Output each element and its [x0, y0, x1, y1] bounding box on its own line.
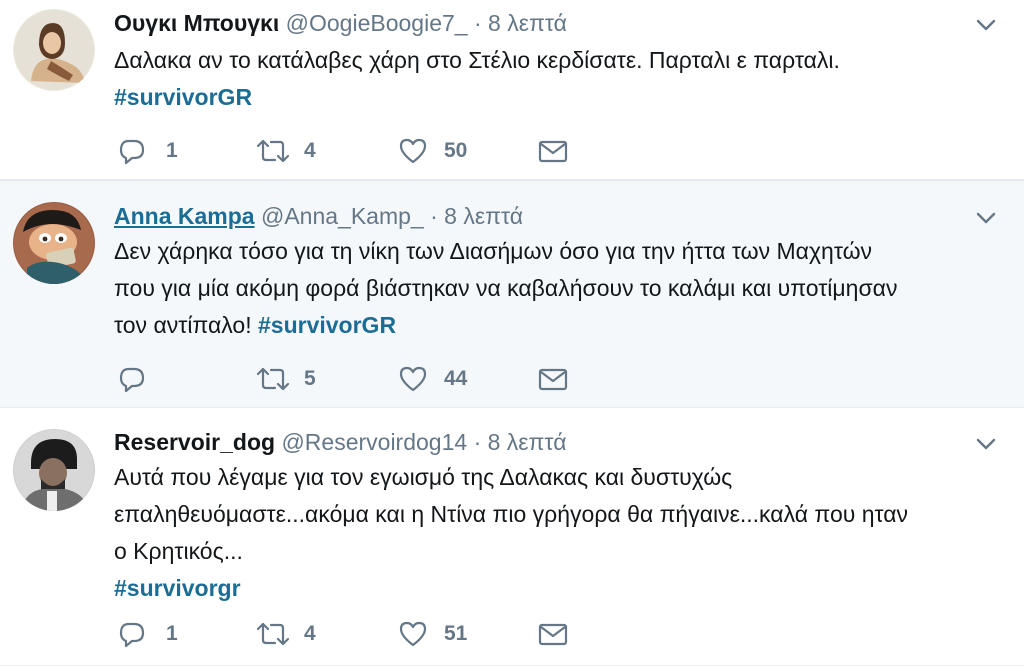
tweet[interactable]: Anna Kampa @Anna_Kamp_ · 8 λεπτά Δεν χάρ… [0, 180, 1024, 408]
direct-message-button[interactable] [538, 136, 568, 166]
tweet-text-line: που για μία ακόμη φορά βιάστηκαν να καβα… [114, 275, 898, 301]
tweet-text: Αυτά που λέγαμε για τον εγωισμό της Δαλα… [114, 459, 1004, 607]
tweet-text: Δαλακα αν το κατάλαβες χάρη στο Στέλιο κ… [114, 42, 1004, 116]
author-name[interactable]: Reservoir_dog [114, 429, 275, 455]
tweet-text-line: ο Κρητικός... [114, 538, 243, 564]
tweet-text-line: Δαλακα αν το κατάλαβες χάρη στο Στέλιο κ… [114, 47, 840, 73]
hashtag-link[interactable]: #survivorGR [114, 84, 252, 110]
reply-count: 1 [166, 622, 178, 645]
like-icon [398, 365, 428, 393]
tweet-header: Reservoir_dog @Reservoirdog14 · 8 λεπτά [114, 428, 964, 456]
like-count: 44 [444, 367, 468, 390]
like-button[interactable]: 51 [398, 619, 467, 649]
reply-icon [118, 620, 146, 648]
retweet-button[interactable]: 4 [256, 619, 316, 649]
reply-count: 1 [166, 139, 178, 162]
reply-icon [118, 365, 146, 393]
author-name[interactable]: Ουγκι Μπουγκι [114, 10, 279, 36]
retweet-icon [256, 620, 290, 648]
reply-button[interactable]: 1 [118, 136, 178, 166]
retweet-count: 4 [304, 622, 316, 645]
timestamp[interactable]: 8 λεπτά [488, 10, 567, 36]
retweet-icon [256, 365, 290, 393]
tweet-text-line: Αυτά που λέγαμε για τον εγωισμό της Δαλα… [114, 464, 733, 490]
retweet-icon [256, 137, 290, 165]
author-handle[interactable]: @OogieBoogie7_ [286, 10, 468, 36]
avatar[interactable] [13, 202, 95, 284]
separator: · [473, 429, 482, 455]
retweet-button[interactable]: 4 [256, 136, 316, 166]
retweet-count: 4 [304, 139, 316, 162]
direct-message-button[interactable] [538, 364, 568, 394]
separator: · [473, 10, 482, 36]
direct-message-icon [538, 622, 568, 646]
tweet-header: Ουγκι Μπουγκι @OogieBoogie7_ · 8 λεπτά [114, 9, 964, 37]
retweet-count: 5 [304, 367, 316, 390]
tweet-feed: Ουγκι Μπουγκι @OogieBoogie7_ · 8 λεπτά Δ… [0, 0, 1024, 666]
direct-message-icon [538, 139, 568, 163]
like-count: 51 [444, 622, 468, 645]
avatar[interactable] [13, 9, 95, 91]
like-button[interactable]: 50 [398, 136, 467, 166]
timestamp[interactable]: 8 λεπτά [444, 203, 523, 229]
separator: · [430, 203, 438, 229]
tweet-text: Δεν χάρηκα τόσο για τη νίκη των Διασήμων… [114, 233, 1004, 344]
tweet-text-line: επαληθευόμαστε...ακόμα και η Ντίνα πιο γ… [114, 501, 909, 527]
chevron-down-icon[interactable] [976, 437, 996, 450]
author-handle[interactable]: @Reservoirdog14 [281, 429, 467, 455]
hashtag-link[interactable]: #survivorGR [258, 312, 396, 338]
retweet-button[interactable]: 5 [256, 364, 316, 394]
author-handle[interactable]: @Anna_Kamp_ [261, 203, 424, 229]
like-button[interactable]: 44 [398, 364, 467, 394]
like-icon [398, 137, 428, 165]
tweet-header: Anna Kampa @Anna_Kamp_ · 8 λεπτά [114, 202, 964, 230]
timestamp[interactable]: 8 λεπτά [488, 429, 567, 455]
direct-message-icon [538, 367, 568, 391]
tweet[interactable]: Reservoir_dog @Reservoirdog14 · 8 λεπτά … [0, 408, 1024, 666]
reply-button[interactable]: 1 [118, 619, 178, 649]
avatar[interactable] [13, 429, 95, 511]
chevron-down-icon[interactable] [976, 18, 996, 31]
author-name[interactable]: Anna Kampa [114, 203, 255, 229]
tweet[interactable]: Ουγκι Μπουγκι @OogieBoogie7_ · 8 λεπτά Δ… [0, 0, 1024, 180]
reply-button[interactable] [118, 364, 166, 394]
chevron-down-icon[interactable] [976, 211, 996, 224]
like-count: 50 [444, 139, 468, 162]
tweet-text-line: τον αντίπαλο! [114, 312, 258, 338]
like-icon [398, 620, 428, 648]
tweet-text-line: Δεν χάρηκα τόσο για τη νίκη των Διασήμων… [114, 238, 873, 264]
hashtag-link[interactable]: #survivorgr [114, 575, 241, 601]
reply-icon [118, 137, 146, 165]
direct-message-button[interactable] [538, 619, 568, 649]
